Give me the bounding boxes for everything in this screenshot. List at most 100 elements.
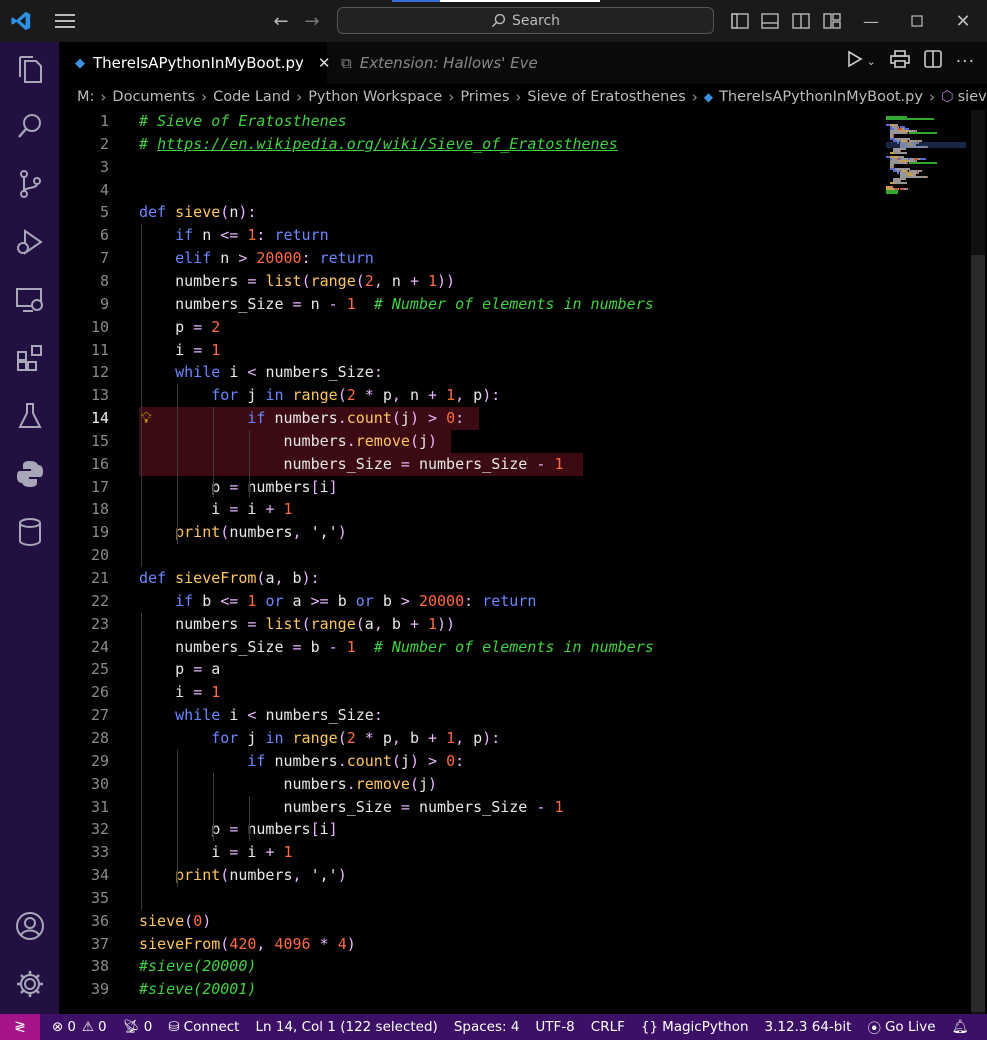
minimap[interactable] <box>886 110 966 200</box>
chevron-right-icon: › <box>100 88 107 106</box>
split-editor-icon[interactable] <box>923 50 942 73</box>
customize-layout-icon[interactable] <box>821 6 843 36</box>
run-and-debug-icon[interactable] <box>0 220 59 264</box>
forward-arrow-icon[interactable]: → <box>301 6 323 36</box>
minimize-icon[interactable]: — <box>860 6 882 36</box>
toggle-panel-icon[interactable] <box>759 6 781 36</box>
printer-icon[interactable] <box>889 50 910 73</box>
python-icon[interactable] <box>0 452 59 496</box>
code-line: 33 i = i + 1 <box>59 841 919 864</box>
code-text: i = i + 1 <box>139 843 293 862</box>
indent-guide <box>249 429 251 499</box>
line-number: 24 <box>90 637 109 656</box>
breadcrumb-item[interactable]: Documents <box>112 89 195 105</box>
search-icon[interactable] <box>0 104 59 148</box>
back-arrow-icon[interactable]: ← <box>270 6 292 36</box>
line-number: 19 <box>90 523 109 542</box>
code-line: 8 numbers = list(range(2, n + 1)) <box>59 270 919 293</box>
code-text: p = 2 <box>139 317 221 336</box>
line-number: 9 <box>99 294 109 313</box>
indentation[interactable]: Spaces: 4 <box>454 1019 520 1035</box>
ports-indicator[interactable]: 📡︎ 0 <box>123 1019 153 1035</box>
code-line: 7 elif n > 20000: return <box>59 247 919 270</box>
code-line: 9 numbers_Size = n - 1 # Number of eleme… <box>59 293 919 316</box>
code-text: numbers = list(range(a, b + 1)) <box>139 614 456 633</box>
python-interpreter[interactable]: 3.12.3 64-bit <box>765 1019 852 1035</box>
encoding[interactable]: UTF-8 <box>535 1019 574 1035</box>
code-line: 29 if numbers.count(j) > 0: <box>59 750 919 773</box>
code-line: 36 sieve(0) <box>59 910 919 933</box>
toggle-secondary-sidebar-icon[interactable] <box>790 6 812 36</box>
minimap-token <box>906 188 908 190</box>
code-line: 14 if numbers.count(j) > 0: <box>59 407 919 431</box>
code-text: if numbers.count(j) > 0: <box>247 751 465 770</box>
code-line: 12 while i < numbers_Size: <box>59 361 919 384</box>
more-actions-icon[interactable]: ··· <box>956 52 975 72</box>
explorer-icon[interactable] <box>0 48 59 92</box>
toggle-primary-sidebar-icon[interactable] <box>729 6 751 36</box>
code-line: 5 def sieve(n): <box>59 201 919 224</box>
accounts-icon[interactable] <box>0 904 59 948</box>
problems-indicator[interactable]: ⊗ 0 ⚠ 0 <box>52 1019 107 1035</box>
minimap-token <box>920 170 922 172</box>
broadcast-icon: 📡︎ <box>122 1019 140 1035</box>
extension-icon: ⧉ <box>341 54 352 72</box>
go-live-button[interactable]: ⦿ Go Live <box>867 1017 935 1037</box>
code-line: 27 while i < numbers_Size: <box>59 704 919 727</box>
run-python-file-icon[interactable] <box>847 50 863 73</box>
testing-icon[interactable] <box>0 394 59 438</box>
line-endings[interactable]: CRLF <box>591 1019 625 1035</box>
breadcrumb-item[interactable]: Python Workspace <box>308 89 442 105</box>
code-text: if n <= 1: return <box>175 226 329 245</box>
close-window-icon[interactable]: ✕ <box>952 6 974 36</box>
line-number: 1 <box>99 112 109 130</box>
breadcrumb-item[interactable]: sieve <box>958 89 987 105</box>
connect-button[interactable]: ⛁ Connect <box>168 1019 239 1035</box>
tab-label: Extension: Hallows' Eve <box>359 54 538 72</box>
line-number: 28 <box>90 728 109 747</box>
maximize-icon[interactable] <box>906 6 928 36</box>
lightbulb-icon[interactable]: 💡︎ <box>141 409 152 427</box>
minimap-token <box>904 178 906 180</box>
settings-gear-icon[interactable] <box>0 962 59 1006</box>
database-icon[interactable] <box>0 510 59 554</box>
notifications-bell-icon[interactable]: 🔔︎ <box>952 1019 969 1035</box>
chevron-right-icon: › <box>296 88 303 106</box>
breadcrumb-item[interactable]: Sieve of Eratosthenes <box>527 89 685 105</box>
line-number: 7 <box>99 249 109 268</box>
code-line: 6 if n <= 1: return <box>59 224 919 247</box>
code-text: i = 1 <box>139 340 221 359</box>
source-control-icon[interactable] <box>0 162 59 206</box>
code-line: 3 <box>59 156 919 179</box>
code-editor[interactable]: 1 # Sieve of Eratosthenes 2 # https://en.wi… <box>59 110 987 1014</box>
cursor-position[interactable]: Ln 14, Col 1 (122 selected) <box>255 1019 437 1035</box>
menu-icon[interactable] <box>52 6 78 36</box>
extensions-icon[interactable] <box>0 336 59 380</box>
braces-icon: {} <box>640 1019 659 1035</box>
chevron-down-icon[interactable]: ⌄ <box>867 55 876 68</box>
scrollbar-thumb[interactable] <box>971 255 985 1012</box>
code-text: def sieveFrom(a, b): <box>139 569 320 587</box>
indentation-label: Spaces: 4 <box>453 1019 520 1035</box>
code-line: 16 numbers_Size = numbers_Size - 1 <box>59 452 919 476</box>
tab-thereisapythoninmyboot[interactable]: ◆ ThereIsAPythonInMyBoot.py ✕ <box>59 42 330 84</box>
breadcrumb-item[interactable]: Primes <box>460 89 509 105</box>
breadcrumb-item[interactable]: Code Land <box>213 89 290 105</box>
remote-explorer-icon[interactable] <box>0 278 59 322</box>
line-number: 35 <box>90 888 109 907</box>
warning-icon: ⚠ <box>81 1019 95 1035</box>
python-file-icon: ◆ <box>703 90 714 104</box>
tab-extension-hallows-eve[interactable]: ⧉ Extension: Hallows' Eve <box>329 42 594 84</box>
code-text: i = 1 <box>139 683 221 702</box>
breadcrumb-item[interactable]: ThereIsAPythonInMyBoot.py <box>719 89 923 105</box>
command-center-search[interactable]: Search <box>337 7 714 34</box>
remote-indicator[interactable]: ≷ <box>0 1014 40 1040</box>
python-file-icon: ◆ <box>75 55 85 71</box>
editor-actions: ⌄ ··· <box>847 50 975 73</box>
minimap-selection <box>886 142 966 148</box>
code-text: def sieve(n): <box>139 203 257 222</box>
language-mode[interactable]: {} MagicPython <box>641 1019 749 1035</box>
breadcrumb-item[interactable]: M: <box>77 89 94 105</box>
code-line: 35 <box>59 887 919 910</box>
error-icon: ⊗ <box>52 1019 64 1035</box>
